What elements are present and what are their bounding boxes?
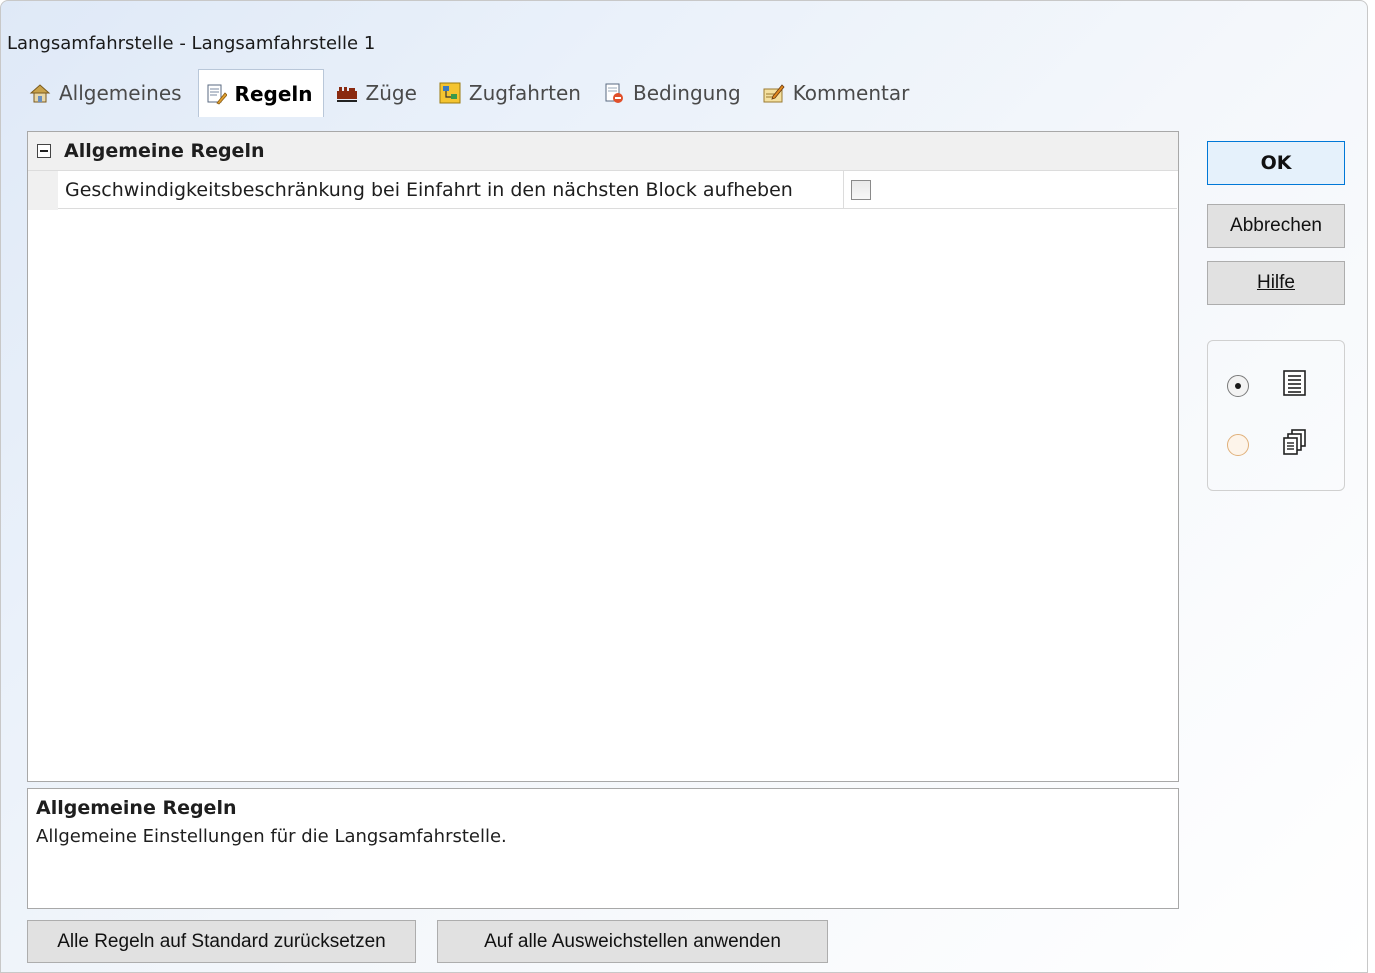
description-panel: Allgemeine Regeln Allgemeine Einstellung… — [27, 788, 1179, 909]
tab-bedingung[interactable]: Bedingung — [597, 70, 751, 116]
tab-label: Bedingung — [632, 81, 741, 105]
tab-regeln[interactable]: Regeln — [197, 69, 324, 117]
tab-allgemeines[interactable]: Allgemeines — [23, 70, 192, 116]
list-view-icon — [1282, 369, 1308, 397]
tab-label: Züge — [365, 81, 417, 105]
property-value-cell[interactable] — [844, 171, 1177, 209]
category-label: Allgemeine Regeln — [64, 140, 265, 162]
cancel-button[interactable]: Abbrechen — [1207, 204, 1345, 248]
view-pages-radio[interactable] — [1227, 434, 1249, 456]
view-mode-panel — [1207, 340, 1345, 491]
property-grid: Allgemeine Regeln Geschwindigkeitsbeschr… — [27, 131, 1179, 782]
reset-rules-button[interactable]: Alle Regeln auf Standard zurücksetzen — [27, 920, 416, 963]
help-button[interactable]: Hilfe — [1207, 261, 1345, 305]
tab-label: Allgemeines — [59, 81, 182, 105]
view-list-radio[interactable] — [1227, 375, 1249, 397]
property-checkbox[interactable] — [851, 180, 871, 200]
tab-zugfahrten[interactable]: Zugfahrten — [433, 70, 591, 116]
tab-label: Regeln — [234, 81, 313, 106]
rules-document-icon — [205, 83, 228, 105]
dialog-window: Langsamfahrstelle - Langsamfahrstelle 1 … — [0, 0, 1368, 973]
tab-zuege[interactable]: Züge — [330, 70, 427, 116]
property-row[interactable]: Geschwindigkeitsbeschränkung bei Einfahr… — [28, 171, 1178, 210]
row-gutter — [28, 171, 58, 210]
category-row[interactable]: Allgemeine Regeln — [28, 132, 1178, 171]
collapse-icon[interactable] — [37, 144, 51, 158]
condition-document-icon — [603, 82, 625, 104]
comment-pencil-icon — [763, 82, 785, 104]
pages-view-icon — [1282, 428, 1308, 456]
description-title: Allgemeine Regeln — [36, 797, 237, 819]
property-name: Geschwindigkeitsbeschränkung bei Einfahr… — [58, 171, 844, 209]
tab-label: Zugfahrten — [468, 81, 581, 105]
routes-icon — [439, 82, 461, 104]
help-button-label: Hilfe — [1256, 272, 1295, 293]
tab-kommentar[interactable]: Kommentar — [757, 70, 920, 116]
train-icon — [336, 82, 358, 104]
ok-button[interactable]: OK — [1207, 141, 1345, 185]
description-text: Allgemeine Einstellungen für die Langsam… — [36, 826, 507, 847]
window-title: Langsamfahrstelle - Langsamfahrstelle 1 — [7, 33, 376, 54]
apply-all-button[interactable]: Auf alle Ausweichstellen anwenden — [437, 920, 828, 963]
tab-strip: Allgemeines Regeln Züge Zugfahrten Bedin… — [23, 69, 925, 117]
tab-label: Kommentar — [792, 81, 910, 105]
house-settings-icon — [29, 82, 51, 104]
